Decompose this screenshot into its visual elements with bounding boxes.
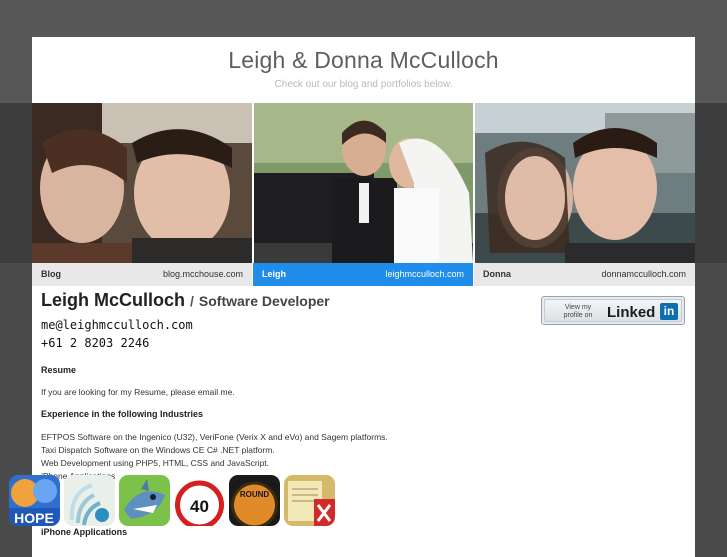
shark-app-icon[interactable]: [119, 475, 170, 526]
tab-leigh-url[interactable]: leighmcculloch.com: [385, 269, 464, 279]
phone-number: +61 2 8203 2246: [41, 336, 150, 350]
linkedin-small-text: View my profile on: [559, 304, 597, 320]
blog-photo[interactable]: [32, 103, 252, 263]
tab-leigh[interactable]: Leigh leighmcculloch.com: [253, 263, 473, 286]
tab-donna[interactable]: Donna donnamcculloch.com: [474, 263, 695, 286]
notepad-app-icon[interactable]: [284, 475, 335, 526]
site-header: Leigh & Donna McCulloch Check out our bl…: [32, 37, 695, 103]
linkedin-view-text: View my: [564, 304, 592, 311]
resume-text: If you are looking for my Resume, please…: [41, 387, 235, 397]
linkedin-brand: Linked: [607, 304, 656, 321]
hope-app-icon[interactable]: HOPE: [9, 475, 60, 526]
linkedin-badge-inner: View my profile on Linked in: [544, 299, 682, 322]
site-title: Leigh & Donna McCulloch: [228, 47, 499, 73]
list-item: EFTPOS Software on the Ingenico (U32), V…: [41, 432, 388, 442]
job-title: Software Developer: [198, 293, 330, 309]
round-app-icon[interactable]: ROUND: [229, 475, 280, 526]
speed-sign-label: 40: [190, 497, 209, 516]
linkedin-in-icon: in: [660, 303, 678, 320]
linkedin-profile-text: profile on: [563, 312, 593, 319]
speed-sign-app-icon[interactable]: 40: [174, 475, 225, 526]
tab-donna-url[interactable]: donnamcculloch.com: [601, 269, 686, 279]
site-subtitle: Check out our blog and portfolios below.: [274, 79, 453, 90]
list-item: Taxi Dispatch Software on the Windows CE…: [41, 445, 275, 455]
tab-leigh-label: Leigh: [262, 269, 286, 279]
round-app-label: ROUND: [240, 490, 270, 499]
linkedin-profile-button[interactable]: View my profile on Linked in: [541, 296, 685, 325]
resume-heading: Resume: [41, 365, 77, 375]
profile-heading: Leigh McCulloch / Software Developer: [41, 290, 330, 311]
site-tabs: Blog blog.mcchouse.com Leigh leighmccull…: [32, 263, 695, 286]
profile-name: Leigh McCulloch: [41, 290, 185, 310]
email-address[interactable]: me@leighmcculloch.com: [41, 318, 193, 332]
title-separator: /: [190, 293, 194, 309]
donna-photo[interactable]: [475, 103, 695, 263]
experience-heading: Experience in the following Industries: [41, 409, 204, 419]
leigh-photo[interactable]: [254, 103, 473, 263]
tab-blog-label: Blog: [41, 269, 61, 279]
list-item: Web Development using PHP5, HTML, CSS an…: [41, 458, 270, 468]
tab-donna-label: Donna: [483, 269, 511, 279]
hope-app-label: HOPE: [14, 510, 54, 526]
signal-app-icon[interactable]: [64, 475, 115, 526]
iphone-app-list: HOPE 40 ROUND: [9, 475, 669, 545]
tab-blog[interactable]: Blog blog.mcchouse.com: [32, 263, 252, 286]
tab-blog-url[interactable]: blog.mcchouse.com: [163, 269, 243, 279]
photo-strip: [32, 103, 695, 263]
